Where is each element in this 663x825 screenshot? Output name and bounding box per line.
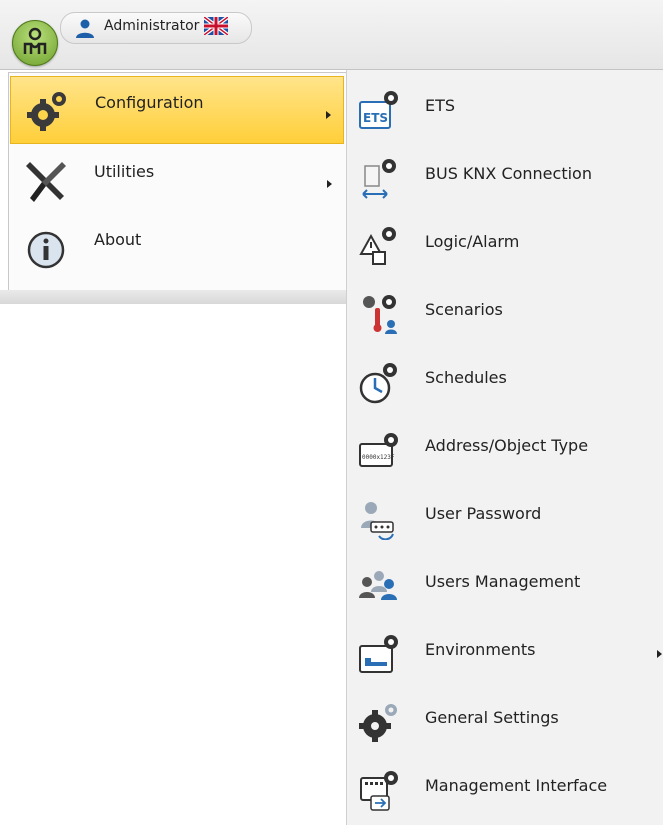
chevron-right-icon: [657, 650, 662, 658]
gears-icon: [27, 92, 66, 131]
submenu-item-label: ETS: [425, 96, 456, 115]
submenu-item-label: Management Interface: [425, 776, 608, 795]
chevron-right-icon: [327, 180, 332, 188]
app-menu-icon: [23, 27, 47, 54]
submenu-item-label: Schedules: [425, 368, 507, 387]
management-interface-icon: [360, 771, 398, 811]
gear-settings-icon: [359, 704, 397, 742]
scenarios-icon: [363, 295, 397, 334]
submenu-item-schedules[interactable]: Schedules: [347, 348, 663, 416]
bus-connection-icon: [362, 159, 396, 199]
menu-item-about[interactable]: About: [10, 214, 344, 282]
ets-icon: ETS: [359, 91, 398, 129]
user-password-icon: [361, 502, 394, 540]
chevron-right-icon: [326, 111, 331, 119]
main-menu-footer: [0, 290, 348, 304]
schedules-icon: [359, 363, 397, 404]
environments-icon: [359, 635, 398, 673]
menu-item-configuration[interactable]: Configuration: [10, 76, 344, 144]
svg-text:0000x123F: 0000x123F: [362, 454, 395, 461]
submenu-item-logic-alarm[interactable]: Logic/Alarm: [347, 212, 663, 280]
menu-item-label: Configuration: [95, 93, 204, 112]
menu-item-utilities[interactable]: Utilities: [10, 146, 344, 214]
uk-flag-icon: [204, 17, 228, 35]
configuration-submenu: ETS ETS BUS KNX Connection Logic/Alarm S…: [346, 70, 663, 825]
submenu-item-environments[interactable]: Environments: [347, 620, 663, 688]
submenu-item-label: Users Management: [425, 572, 581, 591]
svg-text:ETS: ETS: [363, 111, 388, 125]
info-icon: [27, 231, 65, 269]
logic-alarm-icon: [359, 227, 396, 265]
submenu-item-bus-knx-connection[interactable]: BUS KNX Connection: [347, 144, 663, 212]
menu-item-label: Utilities: [94, 162, 155, 181]
submenu-item-address-object-type[interactable]: 0000x123F Address/Object Type: [347, 416, 663, 484]
users-management-icon: [359, 571, 397, 600]
submenu-item-label: General Settings: [425, 708, 559, 727]
submenu-item-ets[interactable]: ETS ETS: [347, 76, 663, 144]
submenu-item-label: BUS KNX Connection: [425, 164, 592, 183]
tools-icon: [26, 162, 66, 202]
user-icon: [76, 19, 94, 38]
address-type-icon: 0000x123F: [359, 433, 398, 467]
submenu-item-general-settings[interactable]: General Settings: [347, 688, 663, 756]
user-name: Administrator: [104, 18, 200, 34]
submenu-item-user-password[interactable]: User Password: [347, 484, 663, 552]
menu-item-label: About: [94, 230, 142, 249]
submenu-item-label: Scenarios: [425, 300, 503, 319]
app-menu-button[interactable]: [12, 20, 58, 66]
submenu-item-management-interface[interactable]: Management Interface: [347, 756, 663, 824]
submenu-item-scenarios[interactable]: Scenarios: [347, 280, 663, 348]
submenu-item-label: User Password: [425, 504, 542, 523]
submenu-item-users-management[interactable]: Users Management: [347, 552, 663, 620]
submenu-item-label: Environments: [425, 640, 536, 659]
submenu-item-label: Logic/Alarm: [425, 232, 520, 251]
submenu-item-label: Address/Object Type: [425, 436, 589, 455]
